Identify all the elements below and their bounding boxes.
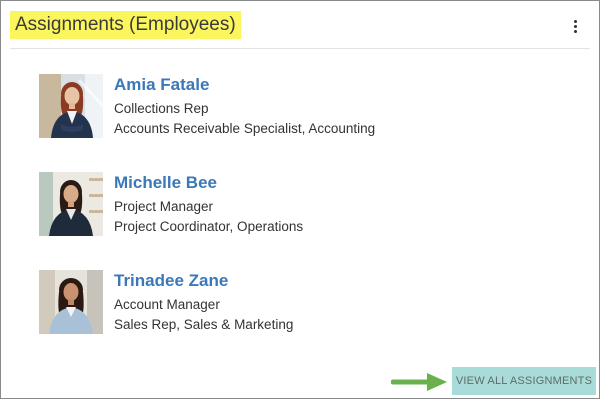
employee-name-link[interactable]: Amia Fatale: [114, 74, 375, 96]
employee-job-title: Account Manager: [114, 297, 220, 312]
employee-roles: Accounts Receivable Specialist, Accounti…: [114, 121, 376, 136]
employee-roles: Project Coordinator, Operations: [114, 219, 304, 234]
employee-text: Trinadee Zane Account Manager Sales Rep,…: [114, 270, 293, 335]
arrow-right-icon: [391, 373, 447, 391]
employee-photo: [39, 172, 103, 236]
view-all-assignments-button[interactable]: VIEW ALL ASSIGNMENTS: [452, 367, 596, 395]
employee-text: Amia Fatale Collections Rep Accounts Rec…: [114, 74, 375, 139]
employee-item: Michelle Bee Project Manager Project Coo…: [39, 172, 559, 238]
card-title: Assignments (Employees): [10, 11, 241, 39]
header-divider: [10, 48, 590, 49]
employee-job-title: Project Manager: [114, 199, 214, 214]
employee-name-link[interactable]: Trinadee Zane: [114, 270, 293, 292]
kebab-menu-icon[interactable]: [567, 15, 583, 37]
employee-text: Michelle Bee Project Manager Project Coo…: [114, 172, 303, 237]
employee-job-title: Collections Rep: [114, 101, 209, 116]
employee-photo: [39, 74, 103, 138]
card-header: Assignments (Employees): [1, 1, 599, 49]
employee-item: Trinadee Zane Account Manager Sales Rep,…: [39, 270, 559, 336]
assignments-card: Assignments (Employees) Amia Fatale Coll…: [0, 0, 600, 399]
employee-name-link[interactable]: Michelle Bee: [114, 172, 303, 194]
employee-photo: [39, 270, 103, 334]
employee-roles: Sales Rep, Sales & Marketing: [114, 317, 294, 332]
employee-item: Amia Fatale Collections Rep Accounts Rec…: [39, 74, 559, 140]
